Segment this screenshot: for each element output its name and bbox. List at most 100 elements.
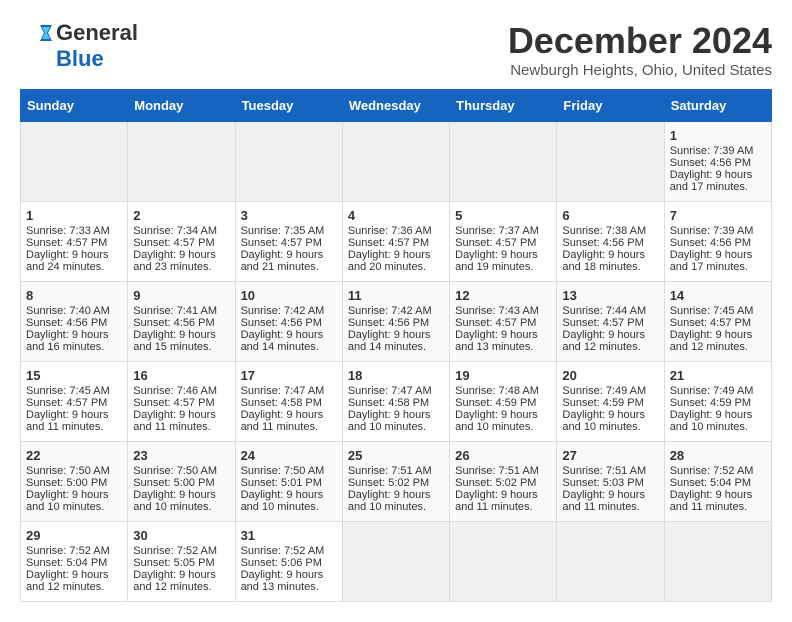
sunrise: Sunrise: 7:34 AM [133,225,217,237]
sunset: Sunset: 4:57 PM [241,237,322,249]
sunrise: Sunrise: 7:47 AM [241,385,325,397]
daylight: Daylight: 9 hours and 10 minutes. [348,489,431,513]
logo-icon [20,21,52,45]
day-number: 28 [670,448,766,463]
sunset: Sunset: 5:04 PM [26,557,107,569]
sunrise: Sunrise: 7:41 AM [133,305,217,317]
sunset: Sunset: 4:57 PM [26,237,107,249]
sunset: Sunset: 4:56 PM [670,237,751,249]
calendar-cell: 19Sunrise: 7:48 AMSunset: 4:59 PMDayligh… [450,362,557,442]
sunset: Sunset: 4:57 PM [133,237,214,249]
sunrise: Sunrise: 7:45 AM [670,305,754,317]
daylight: Daylight: 9 hours and 10 minutes. [670,409,753,433]
sunrise: Sunrise: 7:51 AM [348,465,432,477]
sunset: Sunset: 4:59 PM [670,397,751,409]
calendar-cell [557,122,664,202]
sunset: Sunset: 4:57 PM [455,237,536,249]
calendar-cell: 28Sunrise: 7:52 AMSunset: 5:04 PMDayligh… [664,442,771,522]
day-number: 10 [241,288,337,303]
day-number: 16 [133,368,229,383]
location: Newburgh Heights, Ohio, United States [508,62,772,79]
sunrise: Sunrise: 7:52 AM [26,545,110,557]
header-thursday: Thursday [450,90,557,122]
sunset: Sunset: 5:01 PM [241,477,322,489]
logo: General Blue [20,20,138,72]
sunset: Sunset: 5:06 PM [241,557,322,569]
daylight: Daylight: 9 hours and 11 minutes. [562,489,645,513]
calendar-cell: 22Sunrise: 7:50 AMSunset: 5:00 PMDayligh… [21,442,128,522]
sunrise: Sunrise: 7:52 AM [241,545,325,557]
logo-text-blue: Blue [56,46,104,72]
day-number: 30 [133,528,229,543]
calendar-cell [342,522,449,602]
daylight: Daylight: 9 hours and 11 minutes. [133,409,216,433]
calendar-cell: 24Sunrise: 7:50 AMSunset: 5:01 PMDayligh… [235,442,342,522]
calendar-cell [342,122,449,202]
daylight: Daylight: 9 hours and 14 minutes. [348,329,431,353]
daylight: Daylight: 9 hours and 19 minutes. [455,249,538,273]
calendar-header-row: SundayMondayTuesdayWednesdayThursdayFrid… [21,90,772,122]
day-number: 11 [348,288,444,303]
sunset: Sunset: 4:57 PM [455,317,536,329]
daylight: Daylight: 9 hours and 24 minutes. [26,249,109,273]
calendar-cell: 29Sunrise: 7:52 AMSunset: 5:04 PMDayligh… [21,522,128,602]
calendar-cell: 9 Sunrise: 7:41 AMSunset: 4:56 PMDaylight… [128,282,235,362]
sunrise: Sunrise: 7:46 AM [133,385,217,397]
day-number: 1 [670,128,766,143]
daylight: Daylight: 9 hours and 12 minutes. [26,569,109,593]
calendar-cell: 30Sunrise: 7:52 AMSunset: 5:05 PMDayligh… [128,522,235,602]
day-number: 12 [455,288,551,303]
day-number: 19 [455,368,551,383]
day-number: 9 [133,288,229,303]
sunrise: Sunrise: 7:33 AM [26,225,110,237]
sunrise: Sunrise: 7:47 AM [348,385,432,397]
sunrise: Sunrise: 7:49 AM [670,385,754,397]
day-number: 6 [562,208,658,223]
day-number: 15 [26,368,122,383]
calendar-cell: 15 Sunrise: 7:45 AMSunset: 4:57 PMDayligh… [21,362,128,442]
daylight: Daylight: 9 hours and 10 minutes. [133,489,216,513]
calendar-cell: 16Sunrise: 7:46 AMSunset: 4:57 PMDayligh… [128,362,235,442]
day-number: 20 [562,368,658,383]
week-row-2: 8Sunrise: 7:40 AMSunset: 4:56 PMDaylight… [21,282,772,362]
sunrise: Sunrise: 7:39 AM [670,225,754,237]
calendar-cell [450,122,557,202]
daylight: Daylight: 9 hours and 11 minutes. [455,489,538,513]
sunrise: Sunrise: 7:45 AM [26,385,110,397]
sunset: Sunset: 4:57 PM [562,317,643,329]
sunrise: Sunrise: 7:50 AM [241,465,325,477]
calendar-cell: 31Sunrise: 7:52 AMSunset: 5:06 PMDayligh… [235,522,342,602]
daylight: Daylight: 9 hours and 11 minutes. [26,409,109,433]
day-number: 8 [26,288,122,303]
daylight: Daylight: 9 hours and 20 minutes. [348,249,431,273]
sunrise: Sunrise: 7:49 AM [562,385,646,397]
calendar-cell: 8Sunrise: 7:40 AMSunset: 4:56 PMDaylight… [21,282,128,362]
sunrise: Sunrise: 7:50 AM [133,465,217,477]
daylight: Daylight: 9 hours and 10 minutes. [562,409,645,433]
calendar-cell: 14Sunrise: 7:45 AMSunset: 4:57 PMDayligh… [664,282,771,362]
header-monday: Monday [128,90,235,122]
daylight: Daylight: 9 hours and 12 minutes. [670,329,753,353]
daylight: Daylight: 9 hours and 13 minutes. [455,329,538,353]
header-saturday: Saturday [664,90,771,122]
sunrise: Sunrise: 7:42 AM [348,305,432,317]
sunrise: Sunrise: 7:50 AM [26,465,110,477]
calendar-cell: 13Sunrise: 7:44 AMSunset: 4:57 PMDayligh… [557,282,664,362]
sunset: Sunset: 5:00 PM [26,477,107,489]
sunset: Sunset: 4:56 PM [133,317,214,329]
day-number: 25 [348,448,444,463]
day-number: 21 [670,368,766,383]
day-number: 18 [348,368,444,383]
sunset: Sunset: 5:00 PM [133,477,214,489]
sunset: Sunset: 5:03 PM [562,477,643,489]
day-number: 1 [26,208,122,223]
sunrise: Sunrise: 7:39 AM [670,145,754,157]
sunset: Sunset: 4:58 PM [348,397,429,409]
daylight: Daylight: 9 hours and 15 minutes. [133,329,216,353]
calendar-cell: 27Sunrise: 7:51 AMSunset: 5:03 PMDayligh… [557,442,664,522]
calendar-cell: 1Sunrise: 7:39 AMSunset: 4:56 PMDaylight… [664,122,771,202]
title-block: December 2024 Newburgh Heights, Ohio, Un… [508,20,772,79]
sunset: Sunset: 4:56 PM [670,157,751,169]
sunset: Sunset: 4:57 PM [26,397,107,409]
daylight: Daylight: 9 hours and 10 minutes. [26,489,109,513]
